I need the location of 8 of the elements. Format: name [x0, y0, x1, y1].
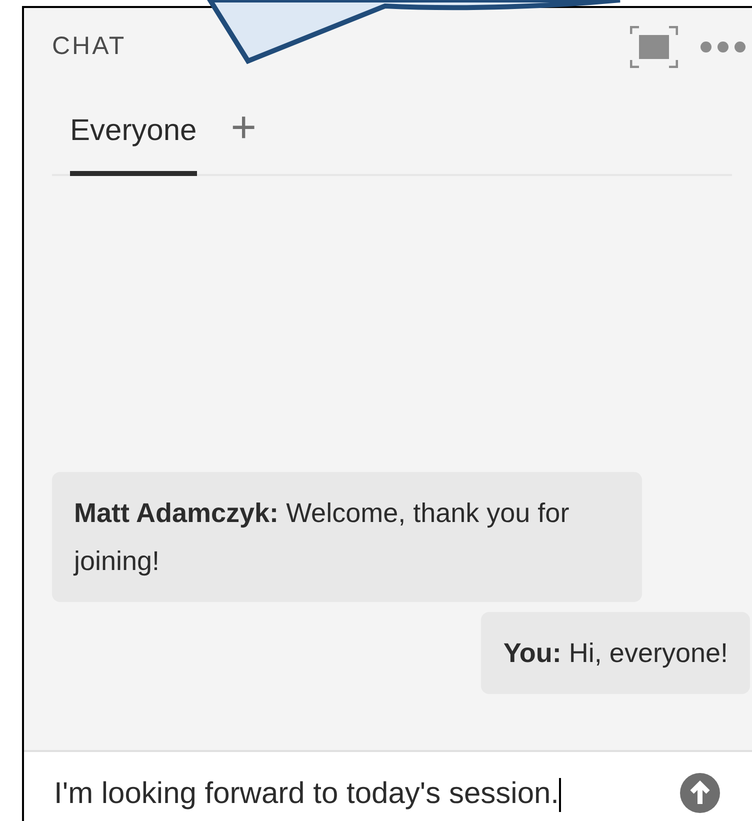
message-bubble: You: Hi, everyone! [481, 612, 750, 694]
message-bubble: Matt Adamczyk: Welcome, thank you for joining! [52, 472, 642, 602]
panel-title: CHAT [52, 31, 126, 62]
more-icon[interactable] [700, 41, 746, 53]
add-tab-button[interactable]: + [230, 106, 256, 174]
fullscreen-icon[interactable] [630, 26, 678, 68]
chat-tab[interactable]: Everyone [70, 108, 197, 176]
send-icon[interactable] [680, 773, 720, 813]
